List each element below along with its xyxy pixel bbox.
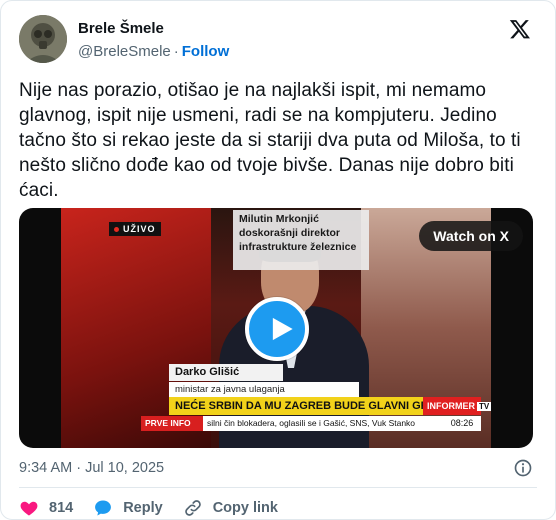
play-icon (272, 317, 293, 341)
copy-link-label: Copy link (212, 500, 278, 516)
video-player[interactable]: UŽIVO Milutin Mrkonjić doskorašnji direk… (19, 208, 533, 448)
divider (19, 487, 537, 488)
copy-link-button[interactable]: Copy link (183, 498, 278, 518)
reply-label: Reply (123, 500, 163, 516)
live-dot-icon (114, 227, 119, 233)
play-button[interactable] (245, 297, 309, 361)
author-handle[interactable]: @BreleSmele (78, 43, 171, 60)
broadcast-clock: 08:26 (443, 416, 481, 431)
live-badge: UŽIVO (109, 222, 161, 236)
separator-dot: · (173, 43, 179, 60)
ticker-label: PRVE INFO (141, 416, 203, 431)
speaker-role: ministar za javna ulaganja (169, 382, 359, 397)
watch-on-x-button[interactable]: Watch on X (419, 221, 523, 251)
like-count: 814 (49, 500, 74, 516)
news-headline: NEĆE SRBIN DA MU ZAGREB BUDE GLAVNI GRAD… (169, 397, 448, 415)
info-icon[interactable] (513, 458, 533, 478)
reply-bubble-icon (95, 500, 112, 516)
heart-icon (20, 501, 38, 516)
x-logo-icon[interactable] (509, 18, 531, 40)
channel-logo: INFORMER TV (423, 397, 491, 415)
tweet-card: Brele Šmele @BreleSmele · Follow Nije nas … (0, 0, 556, 520)
handle-row: @BreleSmele · Follow (78, 43, 229, 60)
tweet-text: Nije nas porazio, otišao je na najlakši … (19, 80, 521, 201)
channel-name: INFORMER (427, 401, 475, 411)
link-icon (184, 500, 201, 516)
speaker-name: Darko Glišić (169, 364, 283, 381)
avatar[interactable] (19, 15, 67, 63)
tweet-timestamp[interactable]: 9:34 AM · Jul 10, 2025 (19, 460, 164, 476)
top-caption: Milutin Mrkonjić doskorašnji direktor in… (233, 210, 369, 270)
reply-button[interactable]: Reply (93, 498, 163, 518)
avatar-image (19, 15, 67, 63)
follow-button[interactable]: Follow (182, 43, 230, 60)
action-bar: 814 Reply Copy link (19, 497, 298, 519)
like-button[interactable]: 814 (19, 498, 73, 518)
live-badge-label: UŽIVO (123, 224, 156, 234)
channel-tv: TV (477, 402, 491, 411)
author-name[interactable]: Brele Šmele (78, 20, 164, 37)
news-ticker: silni čin blokadera, oglasili se i Gašić… (203, 416, 443, 431)
